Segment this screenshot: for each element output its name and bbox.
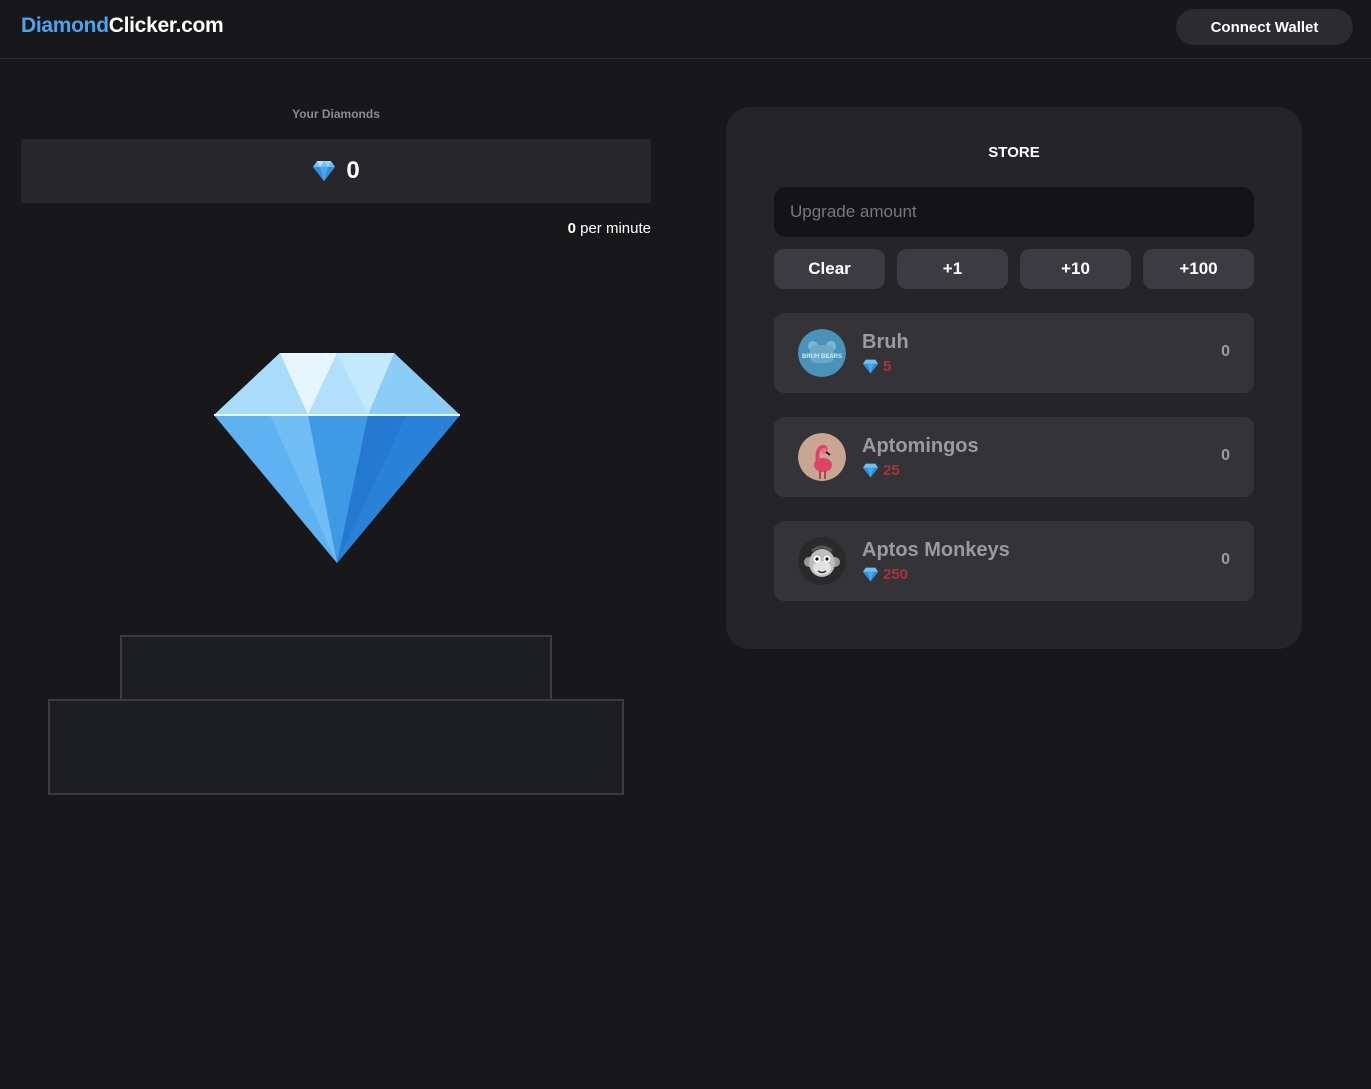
diamond-count-box: 0 xyxy=(21,139,651,203)
logo-accent-text: Diamond xyxy=(21,14,109,37)
plus-1-button[interactable]: +1 xyxy=(897,249,1008,289)
monkey-icon xyxy=(798,537,846,585)
item-price: 5 xyxy=(862,358,891,375)
per-minute-rate: 0 per minute xyxy=(21,220,651,237)
plus-100-button[interactable]: +100 xyxy=(1143,249,1254,289)
store-item-bruh[interactable]: BRUH BEARS Bruh 5 0 xyxy=(774,313,1254,393)
diamond-count: 0 xyxy=(346,157,360,184)
bruh-bears-avatar-text: BRUH BEARS xyxy=(802,354,842,360)
item-name: Aptomingos xyxy=(862,435,979,457)
item-price-value: 5 xyxy=(883,358,892,375)
item-owned-count: 0 xyxy=(1221,551,1230,568)
item-price: 250 xyxy=(862,566,908,583)
pedestal-base xyxy=(48,699,624,795)
your-diamonds-label: Your Diamonds xyxy=(292,107,380,121)
small-diamond-icon xyxy=(863,463,878,478)
site-logo[interactable]: DiamondClicker.com xyxy=(21,14,224,38)
store-item-aptos-monkeys[interactable]: Aptos Monkeys 250 0 xyxy=(774,521,1254,601)
store-item-aptomingos[interactable]: Aptomingos 25 0 xyxy=(774,417,1254,497)
pedestal-top xyxy=(120,635,552,701)
upgrade-amount-input[interactable] xyxy=(774,187,1254,237)
item-price-value: 25 xyxy=(883,462,900,479)
item-name: Bruh xyxy=(862,331,909,353)
top-bar: DiamondClicker.com Connect Wallet xyxy=(0,0,1371,59)
item-owned-count: 0 xyxy=(1221,343,1230,360)
flamingo-icon xyxy=(798,433,846,481)
small-diamond-icon xyxy=(863,359,878,374)
item-owned-count: 0 xyxy=(1221,447,1230,464)
item-name: Aptos Monkeys xyxy=(862,539,1010,561)
store-panel: STORE Clear +1 +10 +100 BRUH BEARS Bruh … xyxy=(726,107,1302,649)
logo-rest-text: Clicker.com xyxy=(108,14,224,37)
clear-button[interactable]: Clear xyxy=(774,249,885,289)
item-price: 25 xyxy=(862,462,900,479)
bruh-bears-icon: BRUH BEARS xyxy=(798,329,846,377)
small-diamond-icon xyxy=(313,161,336,181)
item-price-value: 250 xyxy=(883,566,909,583)
store-title: STORE xyxy=(988,144,1040,161)
big-diamond-icon[interactable] xyxy=(210,345,464,567)
rate-value: 0 xyxy=(567,220,576,237)
plus-10-button[interactable]: +10 xyxy=(1020,249,1131,289)
connect-wallet-button[interactable]: Connect Wallet xyxy=(1176,9,1353,45)
rate-suffix: per minute xyxy=(575,220,651,237)
small-diamond-icon xyxy=(863,567,878,582)
